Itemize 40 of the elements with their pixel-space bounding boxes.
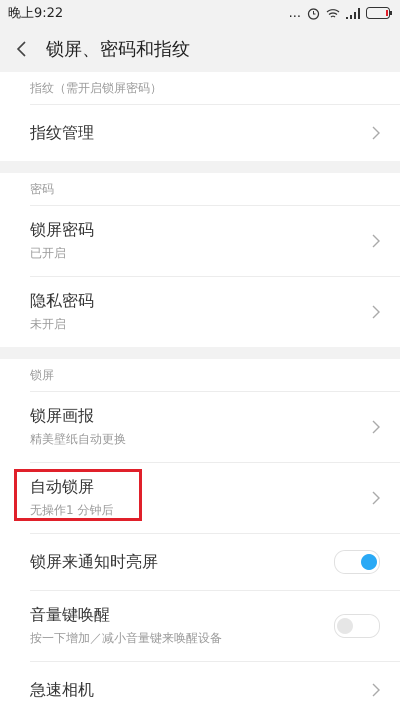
toggle-switch[interactable] xyxy=(334,614,380,638)
back-icon[interactable] xyxy=(16,41,26,57)
status-time: 晚上9:22 xyxy=(8,5,64,22)
signal-icon xyxy=(346,8,360,18)
chevron-icon xyxy=(372,491,380,505)
row-title: 自动锁屏 xyxy=(30,477,95,498)
settings-row[interactable]: 指纹管理 xyxy=(30,104,400,161)
wifi-icon xyxy=(326,8,340,18)
row-title: 指纹管理 xyxy=(30,122,95,144)
row-title: 锁屏来通知时亮屏 xyxy=(30,552,159,572)
toggle-switch[interactable] xyxy=(334,550,380,574)
row-subtitle: 精美壁纸自动更换 xyxy=(30,431,127,448)
row-title: 急速相机 xyxy=(30,680,95,700)
row-title: 锁屏密码 xyxy=(30,220,95,241)
settings-row[interactable]: 急速相机 xyxy=(30,661,400,711)
alarm-icon xyxy=(307,6,320,20)
section-header: 锁屏 xyxy=(29,366,55,384)
notification-dots: ... xyxy=(288,6,301,20)
row-title: 锁屏画报 xyxy=(30,406,95,427)
settings-row[interactable]: 音量键唤醒 按一下增加／减小音量键来唤醒设备 xyxy=(30,590,400,661)
settings-row[interactable]: 锁屏密码 已开启 xyxy=(30,205,400,276)
row-subtitle: 按一下增加／减小音量键来唤醒设备 xyxy=(30,630,223,647)
section-header: 密码 xyxy=(29,180,55,198)
battery-icon xyxy=(366,7,392,19)
settings-row[interactable]: 隐私密码 未开启 xyxy=(30,276,400,347)
row-subtitle: 无操作1 分钟后 xyxy=(30,502,114,519)
section-header: 指纹（需开启锁屏密码） xyxy=(29,80,163,96)
page-title: 锁屏、密码和指纹 xyxy=(46,38,190,61)
chevron-icon xyxy=(372,126,380,140)
chevron-icon xyxy=(372,234,380,248)
row-title: 隐私密码 xyxy=(30,291,95,312)
chevron-icon xyxy=(372,305,380,319)
chevron-icon xyxy=(372,420,380,434)
settings-row[interactable]: 锁屏来通知时亮屏 xyxy=(30,533,400,590)
row-title: 音量键唤醒 xyxy=(30,605,111,626)
settings-row[interactable]: 锁屏画报 精美壁纸自动更换 xyxy=(30,391,400,462)
chevron-icon xyxy=(372,683,380,697)
settings-row[interactable]: 自动锁屏 无操作1 分钟后 xyxy=(30,462,400,533)
row-subtitle: 已开启 xyxy=(30,245,67,262)
row-subtitle: 未开启 xyxy=(30,316,67,333)
